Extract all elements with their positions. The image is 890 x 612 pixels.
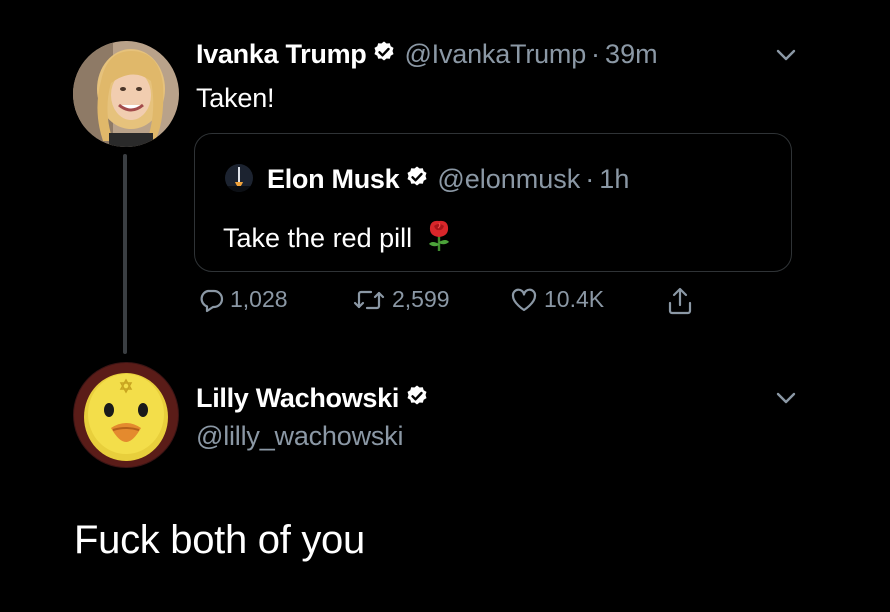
rocket-launch-avatar-icon xyxy=(225,164,253,192)
tweet-header: Ivanka Trump @IvankaTrump · 39m xyxy=(196,39,658,70)
reply-button[interactable]: 1,028 xyxy=(198,286,288,313)
like-count: 10.4K xyxy=(544,286,605,312)
thread-connector-line xyxy=(123,154,127,354)
tweet-timestamp[interactable]: 39m xyxy=(605,39,658,70)
share-button[interactable] xyxy=(666,286,694,316)
reply-icon xyxy=(200,289,224,312)
author-name[interactable]: Ivanka Trump xyxy=(196,39,367,70)
reply-count: 1,028 xyxy=(230,286,288,312)
chevron-down-icon[interactable] xyxy=(775,48,797,67)
quoted-tweet-text-row: Take the red pill xyxy=(223,218,454,259)
author-handle[interactable]: @lilly_wachowski xyxy=(196,421,403,452)
retweet-icon xyxy=(353,290,385,309)
quoted-tweet-card[interactable]: Elon Musk @elonmusk · 1h Take the red pi… xyxy=(194,133,792,272)
elon-avatar[interactable] xyxy=(225,164,253,192)
share-icon xyxy=(668,287,692,315)
separator-dot: · xyxy=(591,39,601,69)
quoted-tweet-text: Take the red pill xyxy=(223,223,413,253)
ivanka-avatar[interactable] xyxy=(73,41,179,147)
profile-photo-woman-icon xyxy=(73,41,179,147)
chevron-down-icon[interactable] xyxy=(775,391,797,410)
author-name[interactable]: Lilly Wachowski xyxy=(196,383,399,414)
quoted-author-name: Elon Musk xyxy=(267,164,400,194)
like-button[interactable]: 10.4K xyxy=(510,286,604,313)
author-handle[interactable]: @IvankaTrump xyxy=(404,39,586,70)
twitter-thread: Ivanka Trump @IvankaTrump · 39m Taken! E… xyxy=(0,0,890,612)
verified-badge-icon xyxy=(405,384,429,413)
retweet-button[interactable]: 2,599 xyxy=(352,286,450,313)
rose-icon xyxy=(424,218,454,259)
quoted-tweet-header: Elon Musk @elonmusk · 1h xyxy=(267,164,629,195)
tweet-header: Lilly Wachowski xyxy=(196,383,429,414)
lilly-avatar[interactable] xyxy=(73,362,179,468)
verified-badge-icon xyxy=(372,40,396,69)
quoted-author-handle: @elonmusk xyxy=(437,164,581,194)
tweet-text: Fuck both of you xyxy=(74,518,365,562)
heart-icon xyxy=(511,288,537,311)
retweet-count: 2,599 xyxy=(392,286,450,312)
quoted-tweet-timestamp: 1h xyxy=(599,164,630,194)
yellow-duck-avatar-icon xyxy=(73,362,179,468)
separator-dot: · xyxy=(585,164,595,194)
tweet-text: Taken! xyxy=(196,83,275,113)
tweet-actions-bar: 1,028 2,599 10.4K xyxy=(194,286,714,322)
verified-badge-icon xyxy=(405,165,429,194)
